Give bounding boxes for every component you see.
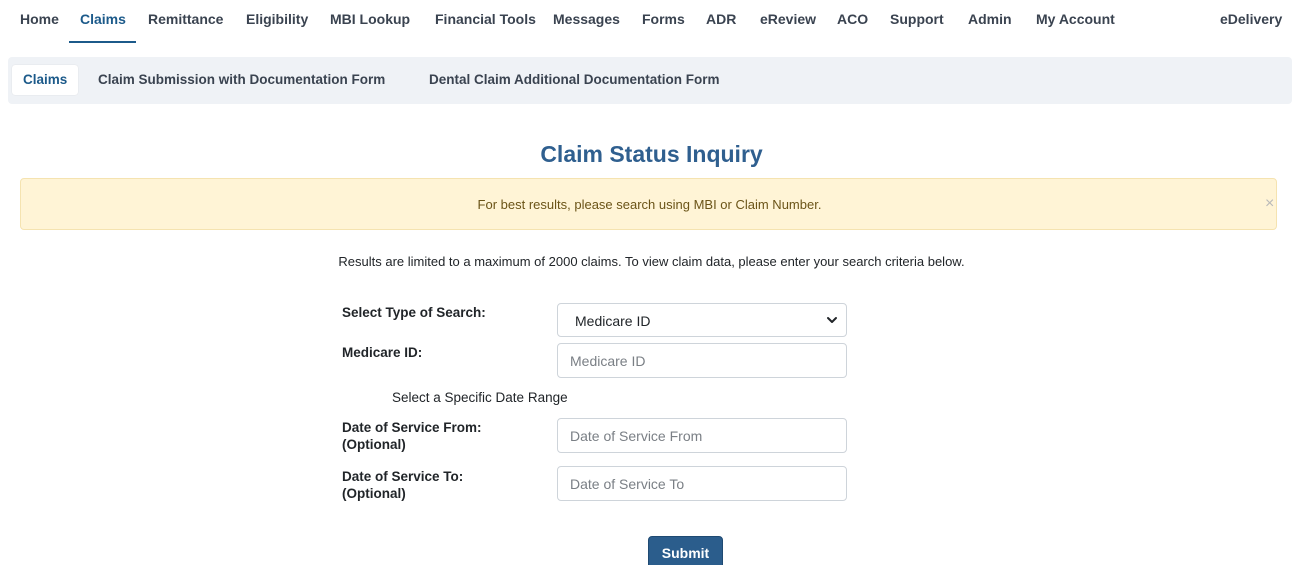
submit-button[interactable]: Submit	[648, 536, 723, 565]
nav-claims[interactable]: Claims	[80, 11, 126, 27]
subnav-claims[interactable]: Claims	[12, 65, 79, 95]
date-range-heading: Select a Specific Date Range	[392, 390, 568, 405]
dos-to-label: Date of Service To:	[342, 469, 464, 484]
nav-eligibility[interactable]: Eligibility	[246, 11, 308, 27]
page-title: Claim Status Inquiry	[540, 141, 763, 167]
dos-to-optional: (Optional)	[342, 486, 406, 501]
alert-message: For best results, please search using MB…	[477, 197, 822, 212]
results-limit-text: Results are limited to a maximum of 2000…	[338, 254, 965, 269]
subnav-claim-submission-documentation-form[interactable]: Claim Submission with Documentation Form	[98, 65, 385, 95]
close-icon[interactable]: ×	[1265, 196, 1274, 212]
search-type-label: Select Type of Search:	[342, 305, 486, 320]
top-nav: Home Claims Remittance Eligibility MBI L…	[0, 0, 1303, 44]
search-type-value: Medicare ID	[575, 313, 651, 329]
dos-from-input[interactable]	[557, 418, 847, 453]
nav-adr[interactable]: ADR	[706, 11, 736, 27]
active-tab-indicator	[69, 41, 136, 43]
nav-aco[interactable]: ACO	[837, 11, 868, 27]
nav-ereview[interactable]: eReview	[760, 11, 816, 27]
nav-support[interactable]: Support	[890, 11, 944, 27]
nav-admin[interactable]: Admin	[968, 11, 1012, 27]
subnav-dental-claim-additional-documentation-form[interactable]: Dental Claim Additional Documentation Fo…	[429, 65, 720, 95]
info-alert: For best results, please search using MB…	[20, 178, 1277, 230]
dos-from-label: Date of Service From:	[342, 420, 482, 435]
search-type-select[interactable]: Medicare ID	[557, 303, 847, 337]
nav-my-account[interactable]: My Account	[1036, 11, 1115, 27]
nav-mbi-lookup[interactable]: MBI Lookup	[330, 11, 410, 27]
sub-nav: Claims Claim Submission with Documentati…	[8, 57, 1292, 104]
nav-forms[interactable]: Forms	[642, 11, 685, 27]
nav-messages[interactable]: Messages	[553, 11, 620, 27]
medicare-id-input[interactable]	[557, 343, 847, 378]
medicare-id-label: Medicare ID:	[342, 345, 423, 360]
dos-from-optional: (Optional)	[342, 437, 406, 452]
nav-financial-tools[interactable]: Financial Tools	[435, 11, 536, 27]
dos-to-input[interactable]	[557, 466, 847, 501]
chevron-down-icon	[827, 317, 837, 323]
nav-remittance[interactable]: Remittance	[148, 11, 223, 27]
nav-home[interactable]: Home	[20, 11, 59, 27]
nav-edelivery[interactable]: eDelivery	[1220, 11, 1282, 27]
